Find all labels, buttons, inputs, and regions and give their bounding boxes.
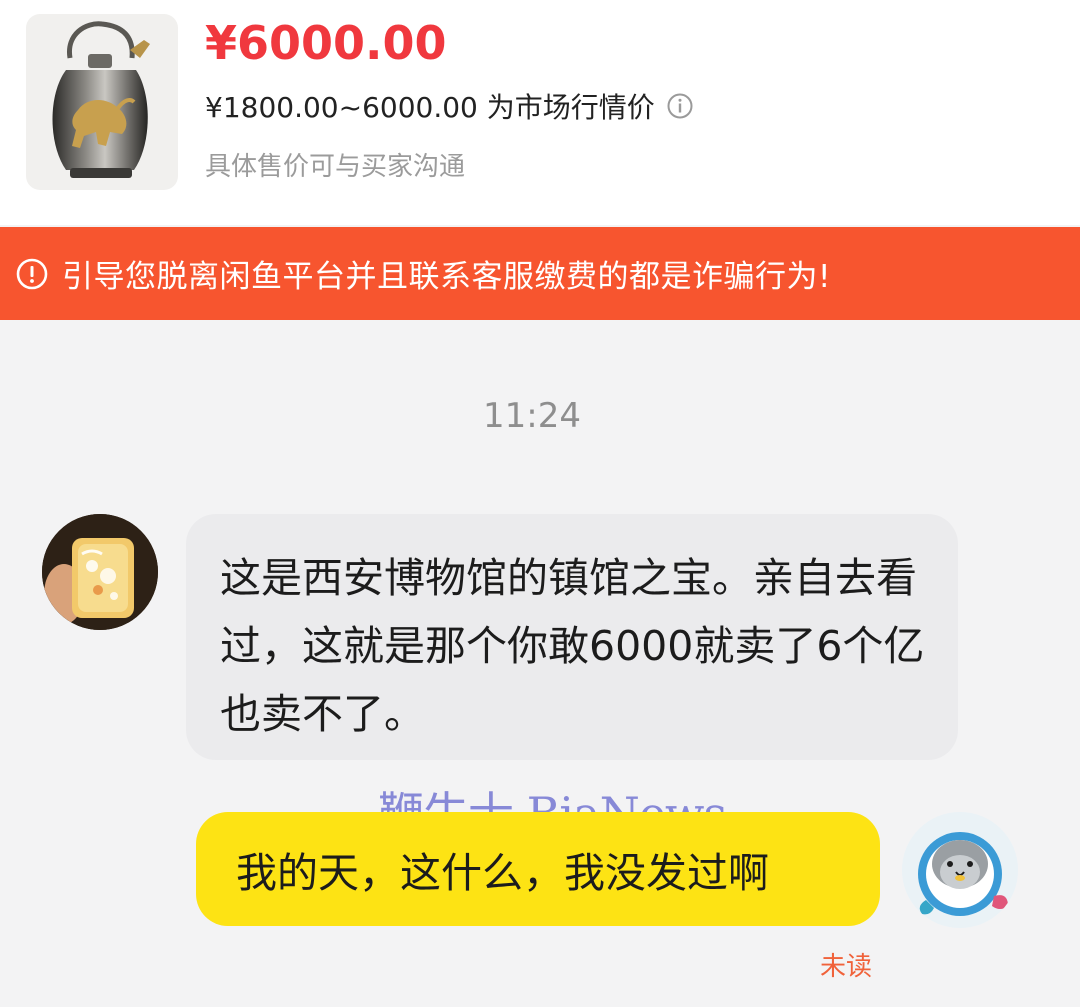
product-thumbnail[interactable] xyxy=(26,14,178,190)
jade-pendant-avatar xyxy=(42,514,158,630)
incoming-message-bubble[interactable]: 这是西安博物馆的镇馆之宝。亲自去看过，这就是那个你敢6000就卖了6个亿也卖不了… xyxy=(186,514,958,760)
seal-astronaut-avatar xyxy=(902,812,1018,928)
incoming-message-text: 这是西安博物馆的镇馆之宝。亲自去看过，这就是那个你敢6000就卖了6个亿也卖不了… xyxy=(220,554,925,738)
info-icon[interactable] xyxy=(667,93,693,119)
price-negotiation-note: 具体售价可与买家沟通 xyxy=(205,152,466,182)
fraud-warning-text: 引导您脱离闲鱼平台并且联系客服缴费的都是诈骗行为! xyxy=(62,259,831,295)
other-user-avatar[interactable] xyxy=(42,514,158,630)
product-card[interactable]: ¥6000.00 ¥1800.00~6000.00 为市场行情价 具体售价可与买… xyxy=(0,0,1080,225)
price-range-row: ¥1800.00~6000.00 为市场行情价 xyxy=(205,86,693,126)
alert-circle-icon xyxy=(16,258,48,290)
outgoing-message-text: 我的天，这什么，我没发过啊 xyxy=(236,849,769,897)
message-timestamp: 11:24 xyxy=(483,396,581,436)
unread-status: 未读 xyxy=(820,952,873,982)
bronze-pot-icon xyxy=(52,21,150,178)
self-avatar[interactable] xyxy=(902,812,1018,928)
chat-screen: ¥6000.00 ¥1800.00~6000.00 为市场行情价 具体售价可与买… xyxy=(0,0,1080,1007)
outgoing-message-bubble[interactable]: 我的天，这什么，我没发过啊 xyxy=(196,812,880,926)
product-price: ¥6000.00 xyxy=(205,16,447,70)
fraud-warning-banner: 引导您脱离闲鱼平台并且联系客服缴费的都是诈骗行为! xyxy=(0,227,1080,320)
market-price-range: ¥1800.00~6000.00 为市场行情价 xyxy=(205,91,655,124)
